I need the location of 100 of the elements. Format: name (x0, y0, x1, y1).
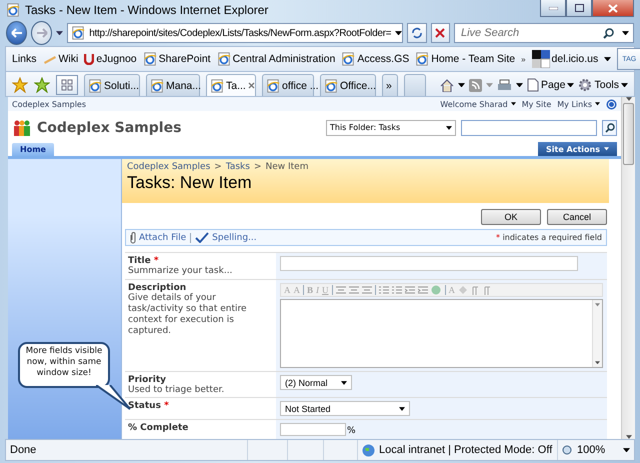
favorite-link[interactable]: Access.GS (341, 52, 410, 66)
favorite-link[interactable]: Wiki (42, 53, 78, 65)
breadcrumb-link[interactable]: Tasks (226, 162, 250, 172)
caret-icon (567, 82, 574, 88)
status-text: Done (10, 444, 36, 456)
page-icon (6, 3, 20, 17)
maximize-button[interactable] (566, 0, 592, 17)
favorite-link[interactable]: eJugnoo (84, 53, 137, 65)
quick-tabs-button[interactable] (56, 75, 78, 95)
refresh-button[interactable] (407, 23, 427, 43)
bookmark-link[interactable]: del.icio.us (532, 50, 598, 68)
caret-icon (621, 82, 628, 88)
page-icon (341, 52, 356, 66)
zoom-menu[interactable]: 100% (558, 440, 634, 460)
favorite-link[interactable]: SharePoint (142, 52, 211, 66)
page-icon (526, 78, 539, 92)
scrollbar[interactable] (621, 97, 635, 439)
maximize-icon (574, 4, 584, 12)
nav-tab[interactable]: Home (12, 143, 54, 156)
field-description: Give details of your task/activity so that entire context for execution is captured. (128, 293, 248, 337)
new-tab[interactable] (404, 74, 426, 96)
paperclip-icon (130, 231, 136, 244)
close-icon[interactable] (248, 82, 255, 89)
list-icon[interactable] (392, 286, 402, 294)
field-description: Summarize your task... (128, 266, 234, 277)
browser-tab[interactable]: Soluti... (84, 74, 140, 96)
field-label: Priority (128, 375, 167, 385)
scrollbar-thumb[interactable] (623, 103, 634, 165)
search-field[interactable]: Live Search (459, 26, 603, 40)
minimize-button[interactable] (540, 0, 566, 17)
indent-icon[interactable] (404, 286, 415, 294)
breadcrumb-link[interactable]: Codeplex Samples (127, 162, 210, 172)
site-search-field[interactable] (461, 120, 597, 136)
site-name: Codeplex Samples (12, 100, 86, 108)
close-button[interactable] (592, 0, 634, 17)
tabs-overflow[interactable]: » (382, 74, 398, 96)
printer-icon[interactable] (496, 78, 512, 92)
caret-icon (595, 303, 600, 306)
help-icon[interactable] (606, 98, 617, 110)
gear-icon (578, 78, 592, 92)
page-title: Tasks: New Item (127, 173, 253, 193)
indent-icon[interactable] (418, 286, 428, 294)
forward-button[interactable] (31, 21, 52, 45)
path-separator: > (214, 162, 222, 172)
ok-button[interactable]: OK (481, 209, 541, 226)
favorite-link[interactable]: Central Administration (216, 52, 336, 66)
attach-file-link[interactable]: Attach File (130, 231, 186, 244)
links-label: Links (12, 53, 37, 65)
page-icon (324, 78, 338, 92)
search-icon[interactable] (603, 28, 614, 38)
align-icon[interactable] (362, 286, 372, 294)
search-scope-dropdown[interactable]: This Folder: Tasks (326, 120, 456, 136)
browser-tab[interactable]: Office... (320, 74, 376, 96)
stop-button[interactable] (430, 23, 450, 43)
page-icon (142, 52, 157, 66)
caret-icon (510, 102, 516, 106)
list-icon[interactable] (378, 286, 389, 294)
command-menu[interactable]: Page (526, 78, 574, 92)
status-dropdown[interactable]: Not Started (280, 401, 410, 416)
page-icon (71, 26, 86, 40)
paint-icon[interactable] (458, 285, 468, 295)
search-button[interactable] (602, 120, 617, 136)
forward-arrow-icon (36, 28, 48, 38)
callout-bubble: More fields visible now, within same window size! (18, 342, 110, 388)
feed-icon[interactable] (468, 78, 482, 92)
browser-tab[interactable]: Ta... (206, 74, 256, 96)
align-icon[interactable] (348, 286, 359, 294)
title-field[interactable] (280, 256, 578, 271)
toolbar-divider (190, 232, 192, 243)
search-box[interactable]: Live Search (454, 23, 634, 43)
field-label: Description (128, 283, 188, 293)
percent-sign: % (347, 426, 356, 436)
home-icon[interactable] (440, 78, 454, 92)
command-menu[interactable]: Tools (578, 78, 628, 92)
search-icon (604, 122, 614, 132)
top-link[interactable]: My Site (522, 100, 552, 108)
priority-dropdown[interactable]: (2) Normal (280, 375, 352, 390)
top-link[interactable]: My Links (557, 100, 600, 108)
caret-icon (604, 56, 612, 62)
welcome-menu[interactable]: Welcome Sharad (440, 100, 516, 108)
field-label: Title * (128, 256, 160, 266)
back-button[interactable] (6, 21, 28, 45)
links-overflow[interactable]: » (521, 54, 526, 64)
star-icon[interactable] (12, 77, 28, 93)
paragraph-icon[interactable] (483, 286, 492, 294)
percent-field[interactable] (280, 423, 346, 436)
paragraph-icon[interactable] (471, 286, 480, 294)
squares-icon (532, 50, 550, 68)
add-favorite-icon[interactable] (34, 77, 50, 93)
caret-icon (458, 82, 465, 88)
address-field[interactable]: http://sharepoint/sites/Codeplex/Lists/Tasks/NewForm.aspx?RootFolder= (67, 23, 404, 43)
align-icon[interactable] (336, 286, 346, 294)
caret-icon (595, 360, 600, 364)
favorite-link[interactable]: Home - Team Site (415, 52, 516, 66)
browser-tab[interactable]: Mana... (146, 74, 200, 96)
cancel-button[interactable]: Cancel (547, 209, 607, 226)
spelling-link[interactable]: Spelling... (195, 232, 257, 244)
description-field[interactable] (280, 299, 603, 368)
site-actions-menu[interactable]: Site Actions (538, 142, 617, 156)
people-icon (12, 118, 32, 136)
